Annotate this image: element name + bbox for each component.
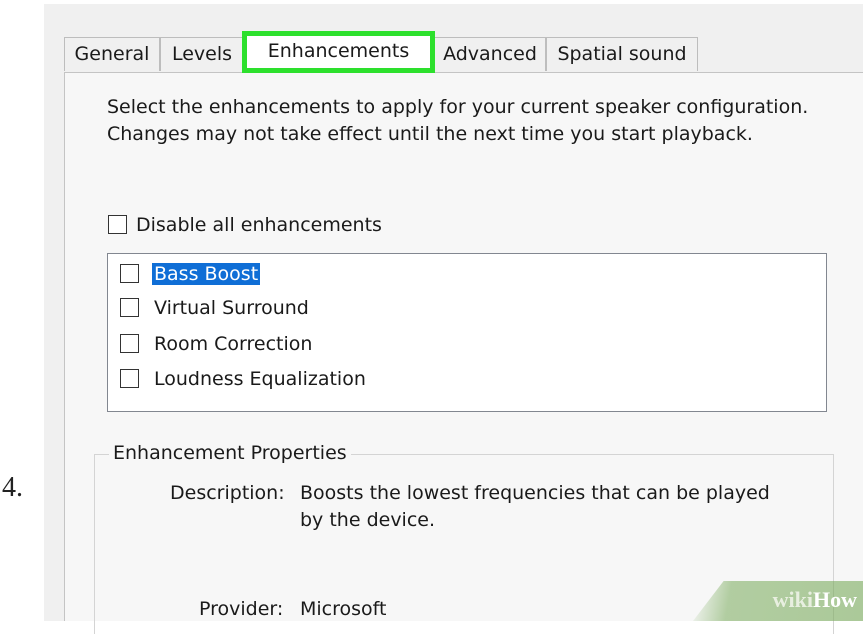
room-correction-checkbox[interactable] — [120, 334, 139, 353]
description-label: Description: — [170, 482, 285, 504]
provider-label: Provider: — [199, 598, 284, 620]
tab-advanced[interactable]: Advanced — [434, 37, 546, 71]
watermark-part-1: wiki — [772, 587, 813, 612]
tab-general[interactable]: General — [64, 37, 160, 71]
disable-all-checkbox[interactable] — [108, 215, 127, 234]
provider-value: Microsoft — [300, 598, 387, 620]
tab-enhancements[interactable]: Enhancements — [242, 31, 435, 73]
enhancements-list[interactable]: Bass Boost Virtual Surround Room Correct… — [107, 253, 827, 412]
virtual-surround-label[interactable]: Virtual Surround — [154, 296, 309, 320]
description-line-1: Boosts the lowest frequencies that can b… — [300, 482, 770, 504]
disable-all-label[interactable]: Disable all enhancements — [136, 213, 382, 237]
tab-strip: General Levels Enhancements Advanced Spa… — [64, 31, 863, 73]
watermark-part-2: How — [813, 587, 857, 612]
bass-boost-checkbox[interactable] — [120, 264, 139, 283]
intro-text: Select the enhancements to apply for you… — [107, 96, 809, 145]
description-line-2: by the device. — [300, 509, 436, 531]
tab-levels[interactable]: Levels — [160, 37, 244, 71]
room-correction-label[interactable]: Room Correction — [154, 332, 312, 356]
group-title: Enhancement Properties — [109, 440, 351, 466]
step-number: 4. — [2, 472, 23, 503]
bass-boost-label[interactable]: Bass Boost — [152, 263, 261, 285]
loudness-equalization-label[interactable]: Loudness Equalization — [154, 367, 366, 391]
virtual-surround-checkbox[interactable] — [120, 298, 139, 317]
loudness-equalization-checkbox[interactable] — [120, 369, 139, 388]
watermark: wikiHow — [773, 587, 857, 613]
tab-spatial-sound[interactable]: Spatial sound — [546, 37, 698, 71]
list-item-label[interactable]: Bass Boost — [152, 262, 261, 286]
